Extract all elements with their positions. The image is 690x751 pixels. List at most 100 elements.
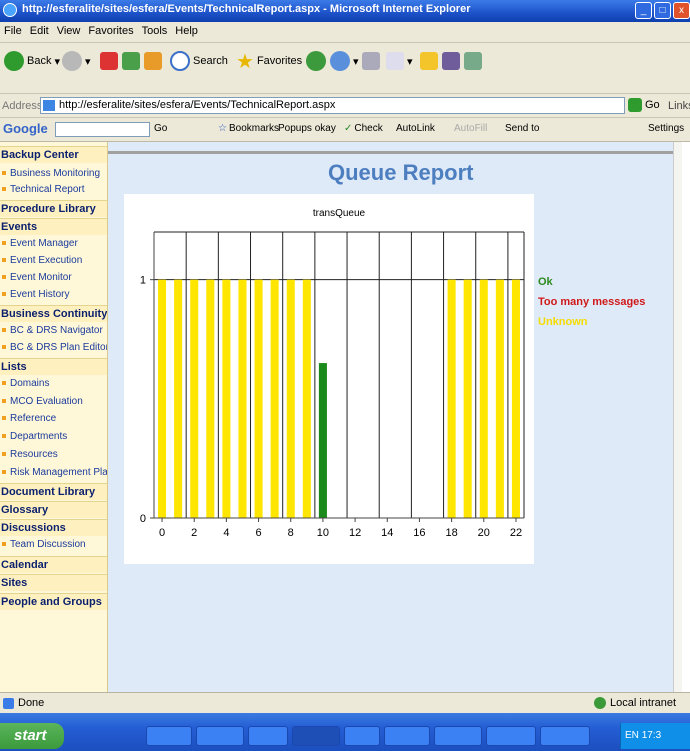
menu-bar: File Edit View Favorites Tools Help: [0, 22, 690, 43]
sidebar-item-bc-drs-navigator[interactable]: BC & DRS Navigator: [0, 323, 107, 338]
favorites-button[interactable]: ★ Favorites: [236, 49, 302, 73]
maximize-button[interactable]: □: [654, 2, 671, 19]
minimize-button[interactable]: _: [635, 2, 652, 19]
sidebar-item-reference[interactable]: Reference: [0, 411, 107, 426]
sidebar-item-people-and-groups[interactable]: People and Groups: [0, 593, 107, 610]
page-content: Backup Center Business Monitoring Technica…: [0, 142, 690, 692]
refresh-button[interactable]: [122, 49, 140, 73]
forward-button[interactable]: ▾: [62, 49, 91, 73]
google-search-input[interactable]: [55, 122, 150, 137]
check-button[interactable]: ✓ Check: [344, 123, 383, 134]
edit-icon: [386, 52, 404, 70]
sidebar-item-discussions[interactable]: Discussions: [0, 519, 107, 536]
autofill-button[interactable]: AutoFill: [454, 123, 487, 134]
menu-tools[interactable]: Tools: [138, 22, 172, 37]
sidebar-item-sites[interactable]: Sites: [0, 574, 107, 591]
page-title: Queue Report: [328, 160, 474, 185]
media-button[interactable]: [306, 49, 326, 73]
sidebar-item-events[interactable]: Events: [0, 218, 107, 235]
sidebar-item-business-continuity[interactable]: Business Continuity: [0, 305, 107, 322]
chart-title: transQueue: [313, 208, 366, 219]
sidebar-item-bc-drs-plan-editor[interactable]: BC & DRS Plan Editor: [0, 340, 107, 355]
sidebar-item-event-monitor[interactable]: Event Monitor: [0, 270, 107, 285]
stop-button[interactable]: [100, 49, 118, 73]
sidebar-item-event-execution[interactable]: Event Execution: [0, 253, 107, 268]
back-button[interactable]: Back ▾: [4, 49, 60, 73]
bar: [495, 279, 504, 518]
print-button[interactable]: [362, 49, 380, 73]
bar: [174, 279, 183, 518]
sidebar-item-document-library[interactable]: Document Library: [0, 483, 107, 500]
taskbar-window-6[interactable]: [384, 726, 430, 746]
star-icon: ☆: [218, 123, 227, 134]
menu-file[interactable]: File: [0, 22, 26, 37]
sidebar-item-resources[interactable]: Resources: [0, 447, 107, 462]
zone-text: Local intranet: [610, 697, 677, 709]
bookmarks-button[interactable]: ☆ Bookmarks: [218, 123, 279, 134]
sidebar-item-event-manager[interactable]: Event Manager: [0, 236, 107, 251]
sidebar-item-procedure-library[interactable]: Procedure Library: [0, 200, 107, 217]
discuss-button[interactable]: [420, 49, 438, 73]
system-tray: EN 17:3: [620, 723, 690, 749]
google-logo[interactable]: Google: [3, 121, 48, 136]
go-button[interactable]: Go: [628, 98, 660, 112]
settings-button[interactable]: Settings: [648, 123, 684, 134]
sidebar-item-technical-report[interactable]: Technical Report: [0, 182, 107, 197]
divider: [108, 151, 682, 154]
sidebar-item-business-monitoring[interactable]: Business Monitoring: [0, 166, 107, 181]
taskbar-window-8[interactable]: [486, 726, 536, 746]
menu-favorites[interactable]: Favorites: [84, 22, 137, 37]
scrollbar[interactable]: [673, 142, 682, 692]
taskbar-window-9[interactable]: [540, 726, 590, 746]
bar: [447, 279, 456, 518]
sidebar-item-backup-center[interactable]: Backup Center: [0, 146, 107, 163]
google-go-button[interactable]: Go: [154, 123, 167, 134]
menu-help[interactable]: Help: [171, 22, 202, 37]
sidebar-item-lists[interactable]: Lists: [0, 358, 107, 375]
sidebar-item-event-history[interactable]: Event History: [0, 287, 107, 302]
refresh-icon: [122, 52, 140, 70]
close-button[interactable]: x: [673, 2, 690, 19]
popups-button[interactable]: Popups okay: [278, 123, 336, 134]
sidebar-item-calendar[interactable]: Calendar: [0, 556, 107, 573]
bar: [463, 279, 472, 518]
x-tick-label: 0: [159, 527, 165, 539]
taskbar-window-2[interactable]: [196, 726, 244, 746]
ie-icon: [3, 3, 17, 17]
y-tick-label: 0: [140, 513, 146, 525]
chart-legend: Ok Too many messages Unknown: [538, 276, 645, 336]
history-button[interactable]: ▾: [330, 49, 359, 73]
sidebar-item-mco-evaluation[interactable]: MCO Evaluation: [0, 394, 107, 409]
sidebar-item-departments[interactable]: Departments: [0, 429, 107, 444]
messenger-button[interactable]: [464, 49, 482, 73]
search-icon: [170, 51, 190, 71]
menu-edit[interactable]: Edit: [26, 22, 53, 37]
sidebar-item-glossary[interactable]: Glossary: [0, 501, 107, 518]
autolink-button[interactable]: AutoLink: [396, 123, 435, 134]
links-button[interactable]: Links: [668, 100, 690, 112]
taskbar-window-1[interactable]: [146, 726, 192, 746]
sendto-button[interactable]: Send to: [505, 123, 539, 134]
taskbar-window-5[interactable]: [344, 726, 380, 746]
start-button[interactable]: start: [0, 723, 64, 749]
taskbar-window-3[interactable]: [248, 726, 288, 746]
language-indicator[interactable]: EN: [625, 730, 639, 741]
x-tick-label: 14: [381, 527, 393, 539]
bar: [158, 279, 167, 518]
home-button[interactable]: [144, 49, 162, 73]
main-panel: Queue Report transQueue 0 1 0 2 4 6 8 10 12 14 16 18…: [108, 142, 682, 692]
taskbar-window-7[interactable]: [434, 726, 482, 746]
x-tick-label: 2: [191, 527, 197, 539]
legend-unknown: Unknown: [538, 316, 588, 328]
window-titlebar[interactable]: http://esferalite/sites/esfera/Events/Te…: [0, 0, 690, 22]
sidebar-item-domains[interactable]: Domains: [0, 376, 107, 391]
taskbar-window-active[interactable]: [292, 726, 340, 746]
search-button[interactable]: Search: [170, 49, 228, 73]
menu-view[interactable]: View: [53, 22, 85, 37]
sidebar-item-risk-management-plan[interactable]: Risk Management Plan: [0, 465, 107, 480]
edit-button[interactable]: ▾: [386, 49, 413, 73]
address-input[interactable]: http://esferalite/sites/esfera/Events/Te…: [40, 97, 625, 114]
research-button[interactable]: [442, 49, 460, 73]
sidebar-item-team-discussion[interactable]: Team Discussion: [0, 537, 107, 552]
status-text: Done: [18, 697, 45, 709]
